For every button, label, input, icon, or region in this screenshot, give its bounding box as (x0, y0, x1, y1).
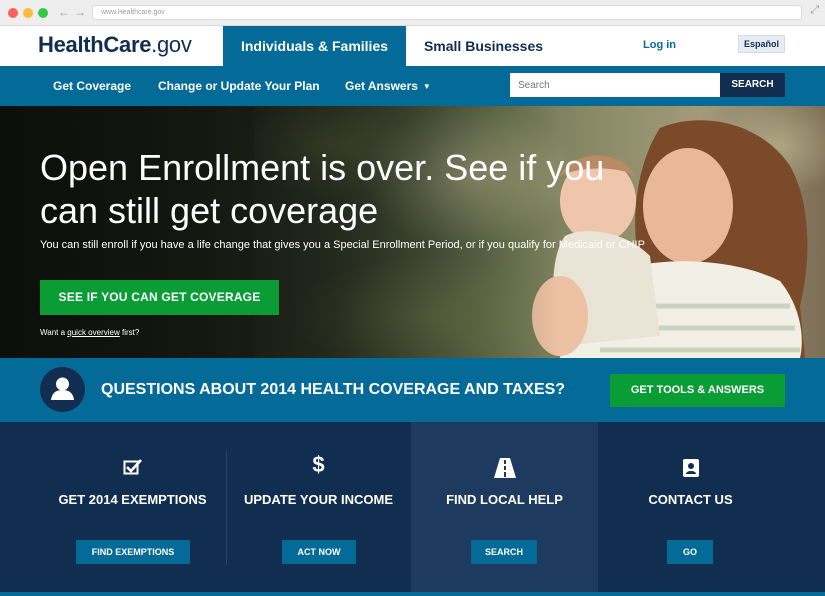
banner-text: QUESTIONS ABOUT 2014 HEALTH COVERAGE AND… (101, 381, 566, 398)
back-arrow-icon[interactable]: ← (58, 5, 70, 19)
see-if-you-can-get-coverage-button[interactable]: SEE IF YOU CAN GET COVERAGE (40, 280, 279, 315)
tab-small-businesses[interactable]: Small Businesses (406, 26, 561, 66)
search-button[interactable]: SEARCH (720, 73, 785, 97)
tab-individuals-families[interactable]: Individuals & Families (223, 26, 406, 66)
expand-icon[interactable]: ⤢ (810, 4, 819, 17)
tax-questions-banner: QUESTIONS ABOUT 2014 HEALTH COVERAGE AND… (0, 358, 825, 422)
close-window-icon[interactable] (8, 8, 18, 18)
act-now-button[interactable]: ACT NOW (282, 540, 356, 564)
secondary-nav: Get Coverage Change or Update Your Plan … (0, 66, 825, 106)
card-contact-us: CONTACT US GO (598, 422, 783, 596)
forward-arrow-icon[interactable]: → (74, 5, 86, 19)
hero-title: Open Enrollment is over. See if you can … (40, 147, 605, 231)
contact-card-icon (598, 458, 783, 483)
search-local-help-button[interactable]: SEARCH (471, 540, 537, 564)
search-input[interactable] (510, 73, 720, 97)
maximize-window-icon[interactable] (38, 8, 48, 18)
find-exemptions-button[interactable]: FIND EXEMPTIONS (76, 540, 190, 564)
hero-text-overlay (0, 106, 560, 358)
browser-chrome: ← → www.Healthcare.gov ⤢ (0, 0, 825, 26)
address-bar[interactable]: www.Healthcare.gov (92, 5, 802, 20)
nav-get-coverage[interactable]: Get Coverage (53, 66, 131, 106)
caret-down-icon: ▼ (422, 82, 431, 91)
card-find-local-help: FIND LOCAL HELP SEARCH (411, 422, 598, 596)
card-title: FIND LOCAL HELP (446, 492, 563, 507)
hero-section: Open Enrollment is over. See if you can … (0, 106, 825, 358)
site-header: HealthCare.gov Individuals & Families Sm… (0, 26, 825, 66)
nav-get-answers-label: Get Answers (345, 79, 418, 93)
login-link[interactable]: Log in (643, 26, 676, 66)
card-title: GET 2014 EXEMPTIONS (58, 492, 207, 507)
road-icon (411, 458, 598, 483)
card-title: CONTACT US (648, 492, 733, 507)
quick-overview-text: Want a quick overview first? (40, 328, 140, 337)
card-exemptions: GET 2014 EXEMPTIONS FIND EXEMPTIONS (40, 422, 225, 596)
get-tools-answers-button[interactable]: GET TOOLS & ANSWERS (610, 374, 785, 407)
go-button[interactable]: GO (667, 540, 713, 564)
language-toggle-button[interactable]: Español (738, 35, 785, 53)
dollar-icon: $ (312, 452, 325, 477)
footer-edge (0, 592, 825, 596)
healthcare-logo[interactable]: HealthCare.gov (38, 32, 192, 58)
action-cards: GET 2014 EXEMPTIONS FIND EXEMPTIONS $ UP… (0, 422, 825, 596)
quick-overview-link[interactable]: quick overview (67, 328, 119, 337)
person-icon (40, 367, 85, 412)
hero-subtitle: You can still enroll if you have a life … (40, 239, 645, 251)
nav-change-update-plan[interactable]: Change or Update Your Plan (158, 66, 320, 106)
nav-get-answers[interactable]: Get Answers ▼ (345, 66, 431, 106)
checkbox-icon (40, 458, 225, 481)
card-title: UPDATE YOUR INCOME (243, 492, 394, 507)
minimize-window-icon[interactable] (23, 8, 33, 18)
card-update-income: $ UPDATE YOUR INCOME ACT NOW (226, 422, 411, 596)
